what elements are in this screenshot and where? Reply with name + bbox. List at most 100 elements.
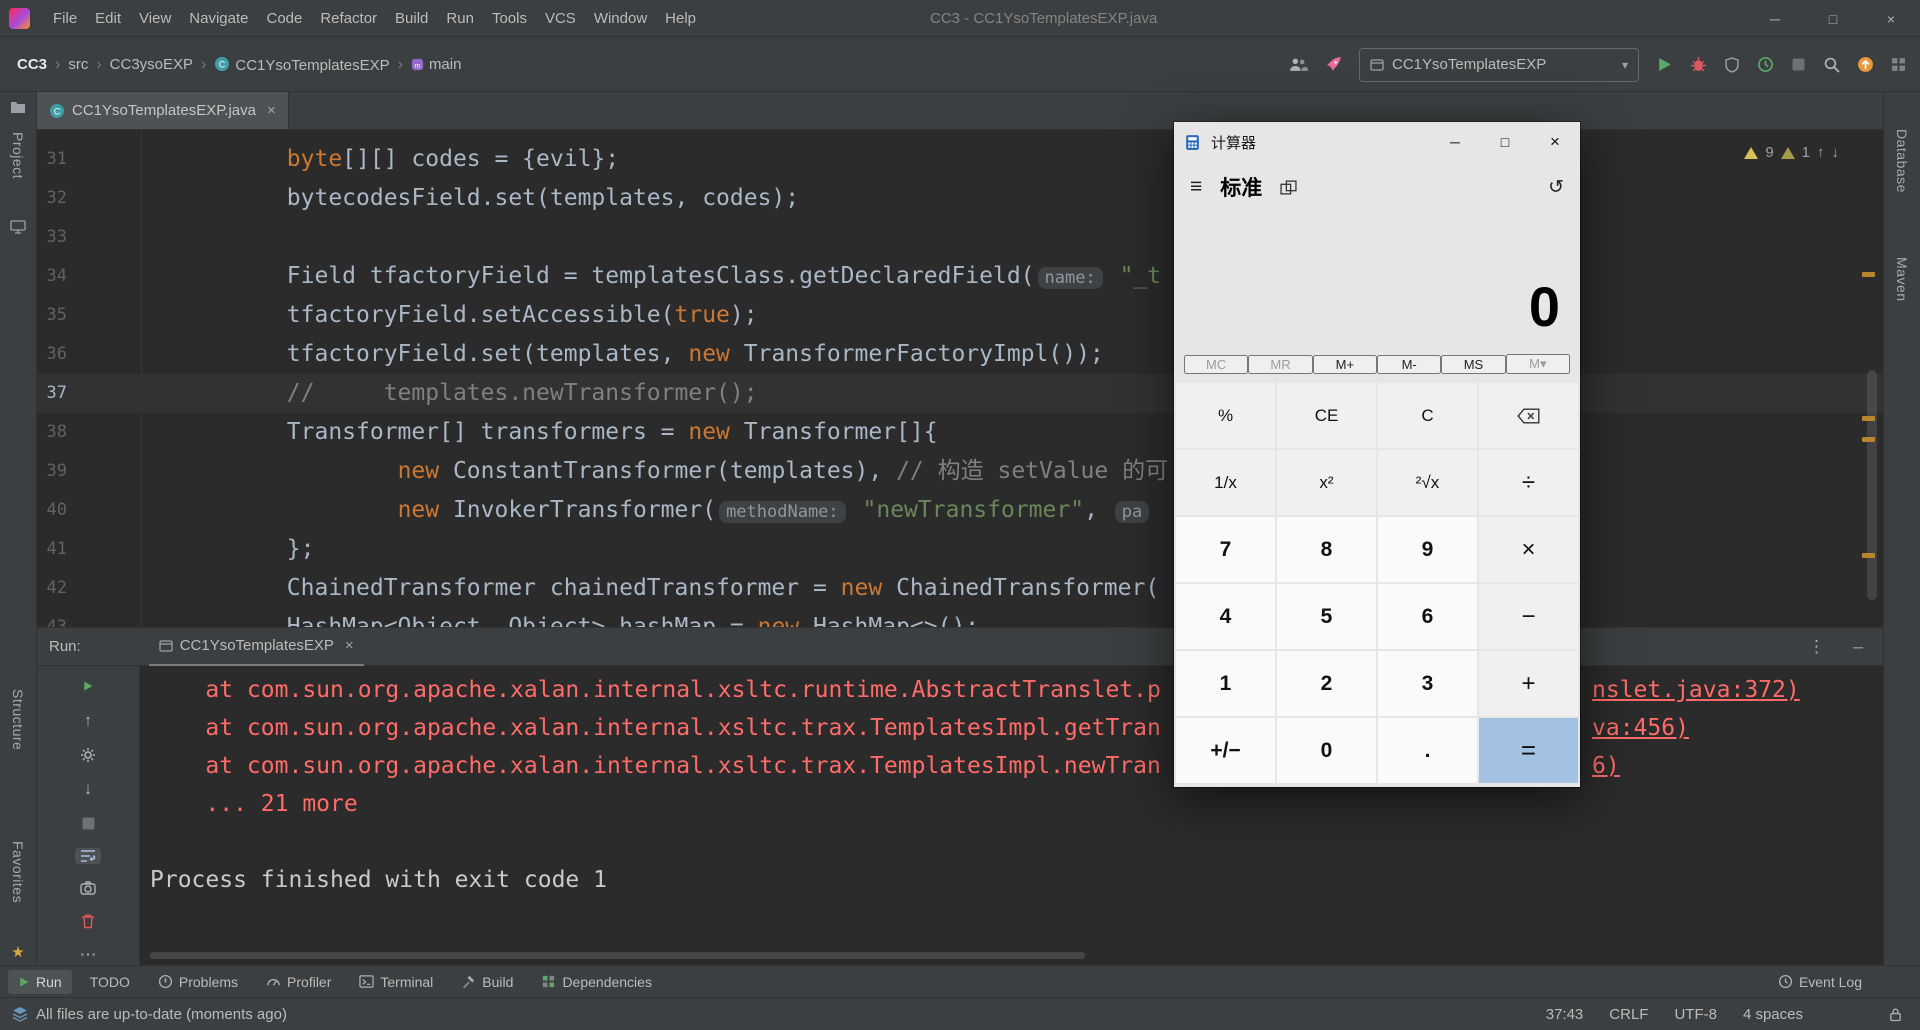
- screenshot-icon[interactable]: [75, 880, 101, 897]
- console-h-scrollbar[interactable]: [150, 952, 1085, 959]
- breadcrumb-item-main[interactable]: mmain: [411, 56, 462, 73]
- calc-key-clear-entry[interactable]: CE: [1277, 383, 1376, 448]
- error-stripe-mark[interactable]: [1862, 553, 1875, 558]
- clear-icon[interactable]: [75, 913, 101, 930]
- calc-key-subtract[interactable]: −: [1479, 584, 1578, 649]
- keep-on-top-icon[interactable]: [1280, 180, 1297, 195]
- code-line-43[interactable]: 43 HashMap<Object, Object> hashMap = new…: [37, 608, 1883, 627]
- code-editor[interactable]: 31 byte[][] codes = {evil};32 bytecodesF…: [37, 130, 1883, 627]
- users-icon[interactable]: [1289, 57, 1308, 72]
- rocket-icon[interactable]: [1325, 56, 1342, 73]
- calc-key-square-root[interactable]: ²√x: [1378, 450, 1477, 515]
- stack-up-icon[interactable]: ↑: [75, 711, 101, 731]
- code-line-38[interactable]: 38 Transformer[] transformers = new Tran…: [37, 413, 1883, 452]
- memory-list-button[interactable]: M▾: [1506, 354, 1570, 374]
- event-log-button[interactable]: Event Log: [1778, 974, 1862, 990]
- menu-help[interactable]: Help: [656, 0, 705, 37]
- menu-view[interactable]: View: [130, 0, 180, 37]
- calc-key-digit-4[interactable]: 4: [1176, 584, 1275, 649]
- update-button[interactable]: [1857, 56, 1874, 73]
- calc-key-digit-3[interactable]: 3: [1378, 651, 1477, 716]
- code-line-39[interactable]: 39 new ConstantTransformer(templates), /…: [37, 452, 1883, 491]
- project-icon[interactable]: [10, 100, 26, 114]
- error-stripe-mark[interactable]: [1862, 272, 1875, 277]
- settings-icon[interactable]: [75, 747, 101, 764]
- calc-key-backspace[interactable]: [1479, 383, 1578, 448]
- coverage-button[interactable]: [1724, 57, 1740, 73]
- tool-tab-todo[interactable]: TODO: [80, 970, 140, 994]
- history-icon[interactable]: ↺: [1548, 176, 1564, 199]
- code-line-34[interactable]: 34 Field tfactoryField = templatesClass.…: [37, 257, 1883, 296]
- minimize-button[interactable]: ─: [1746, 0, 1804, 37]
- calc-close-button[interactable]: ×: [1530, 122, 1580, 162]
- calc-key-digit-7[interactable]: 7: [1176, 517, 1275, 582]
- menu-code[interactable]: Code: [257, 0, 311, 37]
- memory-recall-button[interactable]: MR: [1248, 355, 1312, 374]
- menu-tools[interactable]: Tools: [483, 0, 536, 37]
- prev-warning-arrow[interactable]: ↑: [1817, 144, 1825, 161]
- memory-clear-button[interactable]: MC: [1184, 355, 1248, 374]
- star-icon[interactable]: ★: [11, 943, 24, 961]
- sidebar-item-structure[interactable]: Structure: [10, 689, 26, 750]
- calc-key-digit-1[interactable]: 1: [1176, 651, 1275, 716]
- rerun-icon[interactable]: [75, 678, 101, 695]
- code-line-40[interactable]: 40 new InvokerTransformer(methodName: "n…: [37, 491, 1883, 530]
- profiler-button[interactable]: [1757, 56, 1774, 73]
- menu-build[interactable]: Build: [386, 0, 437, 37]
- breadcrumb-item-src[interactable]: src: [68, 56, 88, 73]
- calc-key-reciprocal[interactable]: 1/x: [1176, 450, 1275, 515]
- tool-tab-profiler[interactable]: Profiler: [256, 970, 341, 994]
- calc-key-digit-0[interactable]: 0: [1277, 718, 1376, 783]
- memory-add-button[interactable]: M+: [1313, 355, 1377, 374]
- maximize-button[interactable]: □: [1804, 0, 1862, 37]
- calc-key-decimal[interactable]: .: [1378, 718, 1477, 783]
- run-console-tab[interactable]: CC1YsoTemplatesEXP ×: [149, 628, 364, 666]
- sidebar-item-project[interactable]: Project: [10, 132, 26, 179]
- calc-key-digit-2[interactable]: 2: [1277, 651, 1376, 716]
- menu-navigate[interactable]: Navigate: [180, 0, 257, 37]
- tab-close-icon[interactable]: ×: [345, 637, 354, 654]
- breadcrumb-item-cc3ysoexp[interactable]: CC3ysoEXP: [110, 56, 193, 73]
- memory-store-button[interactable]: MS: [1441, 355, 1505, 374]
- lock-icon[interactable]: [1889, 1007, 1902, 1022]
- calc-key-negate[interactable]: +/−: [1176, 718, 1275, 783]
- tool-tab-run[interactable]: Run: [8, 970, 72, 994]
- run-button[interactable]: [1656, 56, 1673, 73]
- breadcrumb-item-cc1ysotemplatesexp[interactable]: CCC1YsoTemplatesEXP: [214, 56, 389, 74]
- menu-edit[interactable]: Edit: [86, 0, 130, 37]
- sidebar-item-maven[interactable]: Maven: [1894, 257, 1910, 302]
- menu-refactor[interactable]: Refactor: [311, 0, 386, 37]
- calc-key-equals[interactable]: =: [1479, 718, 1578, 783]
- tool-tab-problems[interactable]: Problems: [148, 970, 248, 994]
- memory-subtract-button[interactable]: M-: [1377, 355, 1441, 374]
- calc-key-divide[interactable]: ÷: [1479, 450, 1578, 515]
- calc-key-percent[interactable]: %: [1176, 383, 1275, 448]
- stack-trace-link[interactable]: nslet.java:372): [1592, 671, 1800, 709]
- calc-key-multiply[interactable]: ×: [1479, 517, 1578, 582]
- stack-trace-link[interactable]: va:456): [1592, 709, 1689, 747]
- error-stripe-mark[interactable]: [1862, 437, 1875, 442]
- soft-wrap-icon[interactable]: [75, 848, 101, 865]
- grid-icon[interactable]: [1891, 57, 1906, 72]
- tool-tab-terminal[interactable]: Terminal: [349, 970, 443, 994]
- calc-key-digit-6[interactable]: 6: [1378, 584, 1477, 649]
- menu-file[interactable]: File: [44, 0, 86, 37]
- sidebar-item-favorites[interactable]: Favorites: [10, 841, 26, 903]
- calc-key-square[interactable]: x²: [1277, 450, 1376, 515]
- calc-key-digit-9[interactable]: 9: [1378, 517, 1477, 582]
- stack-trace-link[interactable]: 6): [1592, 747, 1620, 785]
- menu-icon[interactable]: ≡: [1190, 175, 1202, 199]
- calc-key-digit-8[interactable]: 8: [1277, 517, 1376, 582]
- menu-vcs[interactable]: VCS: [536, 0, 585, 37]
- close-button[interactable]: ×: [1862, 0, 1920, 37]
- calc-key-clear[interactable]: C: [1378, 383, 1477, 448]
- error-stripe-mark[interactable]: [1862, 416, 1875, 421]
- debug-button[interactable]: [1690, 56, 1707, 73]
- code-line-42[interactable]: 42 ChainedTransformer chainedTransformer…: [37, 569, 1883, 608]
- run-config-select[interactable]: CC1YsoTemplatesEXP ▾: [1359, 48, 1639, 82]
- editor-scrollbar[interactable]: [1867, 370, 1877, 600]
- stop-button[interactable]: [1791, 57, 1806, 72]
- breadcrumb-item-cc3[interactable]: CC3: [17, 56, 47, 73]
- stack-down-icon[interactable]: ↓: [75, 779, 101, 799]
- code-line-32[interactable]: 32 bytecodesField.set(templates, codes);: [37, 179, 1883, 218]
